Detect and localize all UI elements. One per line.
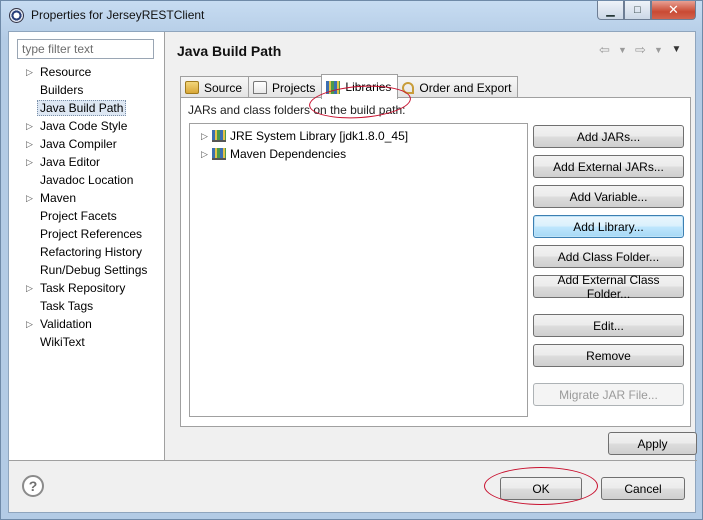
source-folder-icon (185, 81, 199, 94)
projects-icon (253, 81, 268, 94)
nav-item-project-references[interactable]: Project References (9, 225, 165, 243)
help-icon[interactable]: ? (22, 475, 44, 497)
ok-button[interactable]: OK (500, 477, 582, 500)
close-button[interactable]: ✕ (651, 1, 696, 20)
tab-projects[interactable]: Projects (248, 76, 323, 98)
minimize-button[interactable]: ▁ (597, 1, 624, 20)
tree-item-jre-system-library[interactable]: ▷ JRE System Library [jdk1.8.0_45] (190, 127, 527, 145)
apply-button[interactable]: Apply (608, 432, 697, 455)
add-class-folder-button[interactable]: Add Class Folder... (533, 245, 684, 268)
dialog-body: ▷Resource Builders Java Build Path ▷Java… (8, 31, 697, 513)
nav-tree: ▷ Resource Builders Java Build Path ▷ Java… (9, 63, 165, 351)
order-export-icon (402, 81, 415, 94)
nav-item-java-code-style[interactable]: ▷ Java Code Style (9, 117, 165, 135)
history-nav: ⇦ ▼ ⇨ ▼ ▼ (597, 42, 684, 58)
expand-arrow-icon[interactable]: ▷ (26, 189, 33, 207)
eclipse-icon (9, 8, 24, 23)
libraries-icon (326, 80, 341, 94)
library-icon (212, 130, 226, 142)
add-external-jars-button[interactable]: Add External JARs... (533, 155, 684, 178)
libraries-tab-content: JARs and class folders on the build path… (180, 97, 691, 427)
nav-item-builders[interactable]: Builders (9, 81, 165, 99)
tree-item-maven-dependencies[interactable]: ▷ Maven Dependencies (190, 145, 527, 163)
expand-arrow-icon[interactable]: ▷ (26, 135, 33, 153)
property-page-nav: ▷Resource Builders Java Build Path ▷Java… (9, 32, 165, 460)
title-bar: Properties for JerseyRESTClient ▁ □ ✕ (1, 1, 702, 29)
tab-libraries[interactable]: Libraries (321, 74, 399, 99)
nav-item-java-editor[interactable]: ▷ Java Editor (9, 153, 165, 171)
migrate-jar-button: Migrate JAR File... (533, 383, 684, 406)
tab-bar: Source Projects Libraries Order and Expo… (180, 74, 519, 99)
view-menu-icon[interactable]: ▼ (669, 42, 684, 58)
nav-item-refactoring-history[interactable]: Refactoring History (9, 243, 165, 261)
expand-arrow-icon[interactable]: ▷ (26, 279, 33, 297)
library-icon (212, 148, 226, 160)
forward-dropdown-icon[interactable]: ▼ (651, 42, 666, 58)
nav-item-task-tags[interactable]: Task Tags (9, 297, 165, 315)
forward-arrow-icon[interactable]: ⇨ (633, 42, 648, 58)
tab-source[interactable]: Source (180, 76, 250, 98)
add-variable-button[interactable]: Add Variable... (533, 185, 684, 208)
nav-item-maven[interactable]: ▷ Maven (9, 189, 165, 207)
expand-arrow-icon[interactable]: ▷ (26, 117, 33, 135)
filter-input[interactable] (17, 39, 154, 59)
add-external-class-folder-button[interactable]: Add External Class Folder... (533, 273, 684, 301)
expand-arrow-icon[interactable]: ▷ (26, 153, 33, 171)
expand-arrow-icon[interactable]: ▷ (26, 63, 33, 81)
nav-item-project-facets[interactable]: Project Facets (9, 207, 165, 225)
expand-arrow-icon[interactable]: ▷ (201, 127, 208, 145)
property-page: Java Build Path ⇦ ▼ ⇨ ▼ ▼ Source Project… (166, 32, 697, 460)
footer-divider (9, 460, 697, 461)
add-library-button[interactable]: Add Library... (533, 215, 684, 238)
remove-button[interactable]: Remove (533, 344, 684, 367)
nav-item-javadoc-location[interactable]: Javadoc Location (9, 171, 165, 189)
properties-dialog: Properties for JerseyRESTClient ▁ □ ✕ ▷R… (0, 0, 703, 520)
nav-item-wikitext[interactable]: WikiText (9, 333, 165, 351)
page-title: Java Build Path (177, 43, 282, 59)
nav-item-validation[interactable]: ▷ Validation (9, 315, 165, 333)
cancel-button[interactable]: Cancel (601, 477, 685, 500)
add-jars-button[interactable]: Add JARs... (533, 125, 684, 148)
expand-arrow-icon[interactable]: ▷ (201, 145, 208, 163)
section-label: JARs and class folders on the build path… (188, 103, 406, 117)
nav-item-resource[interactable]: ▷ Resource (9, 63, 165, 81)
build-path-tree[interactable]: ▷ JRE System Library [jdk1.8.0_45] ▷ Mav… (189, 123, 528, 417)
maximize-button[interactable]: □ (624, 1, 651, 20)
expand-arrow-icon[interactable]: ▷ (26, 315, 33, 333)
window-title: Properties for JerseyRESTClient (31, 8, 205, 22)
nav-item-java-build-path[interactable]: Java Build Path (9, 99, 165, 117)
back-dropdown-icon[interactable]: ▼ (615, 42, 630, 58)
back-arrow-icon[interactable]: ⇦ (597, 42, 612, 58)
edit-button[interactable]: Edit... (533, 314, 684, 337)
nav-item-run-debug-settings[interactable]: Run/Debug Settings (9, 261, 165, 279)
nav-item-java-compiler[interactable]: ▷ Java Compiler (9, 135, 165, 153)
tab-order-and-export[interactable]: Order and Export (397, 76, 519, 98)
nav-item-task-repository[interactable]: ▷ Task Repository (9, 279, 165, 297)
